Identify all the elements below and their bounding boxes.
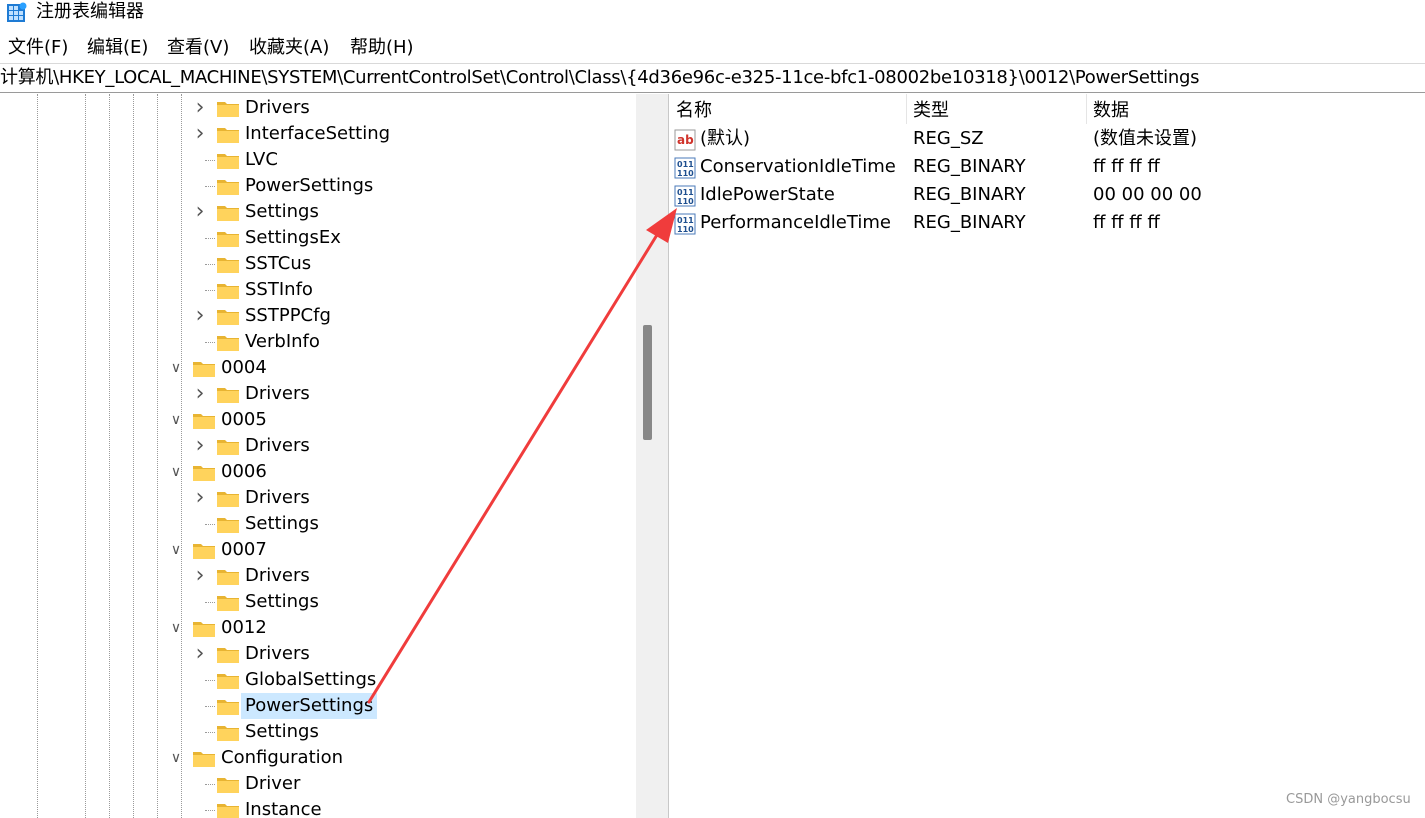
annotation-arrow xyxy=(367,208,677,704)
watermark: CSDN @yangbocsu xyxy=(1286,792,1411,807)
